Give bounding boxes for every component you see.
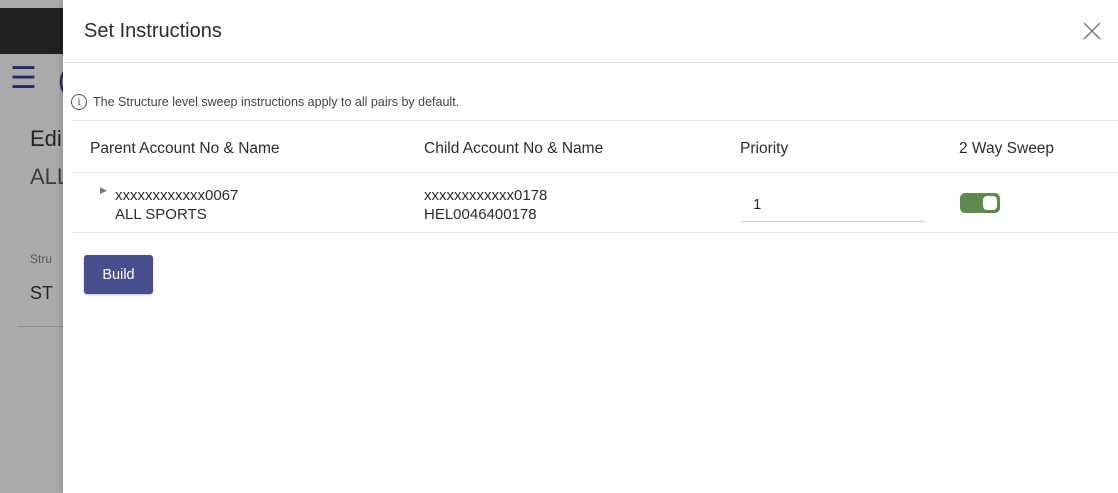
toggle-knob [983,196,997,210]
set-instructions-modal: Set Instructions i The Structure level s… [63,0,1118,493]
column-header-two-way-sweep: 2 Way Sweep [959,140,1055,157]
column-header-priority: Priority [740,140,789,157]
row-divider [71,232,1118,233]
parent-account-name: ALL SPORTS [115,206,207,223]
header-divider [71,172,1118,173]
child-account-name: HEL0046400178 [424,206,537,223]
column-header-parent: Parent Account No & Name [90,140,280,157]
child-account-number: xxxxxxxxxxxx0178 [424,187,548,204]
modal-title: Set Instructions [84,20,222,42]
build-button[interactable]: Build [84,255,153,294]
caret-right-icon[interactable]: ▶ [100,185,107,196]
info-icon: i [71,94,87,110]
modal-header: Set Instructions [63,0,1118,63]
table-top-divider [71,120,1118,121]
close-icon[interactable] [1081,20,1103,42]
info-message: i The Structure level sweep instructions… [71,92,459,112]
parent-account-number: xxxxxxxxxxxx0067 [115,187,239,204]
column-header-child: Child Account No & Name [424,140,604,157]
two-way-sweep-toggle[interactable] [960,193,1000,213]
priority-input[interactable] [741,188,925,222]
info-text: The Structure level sweep instructions a… [93,95,460,109]
